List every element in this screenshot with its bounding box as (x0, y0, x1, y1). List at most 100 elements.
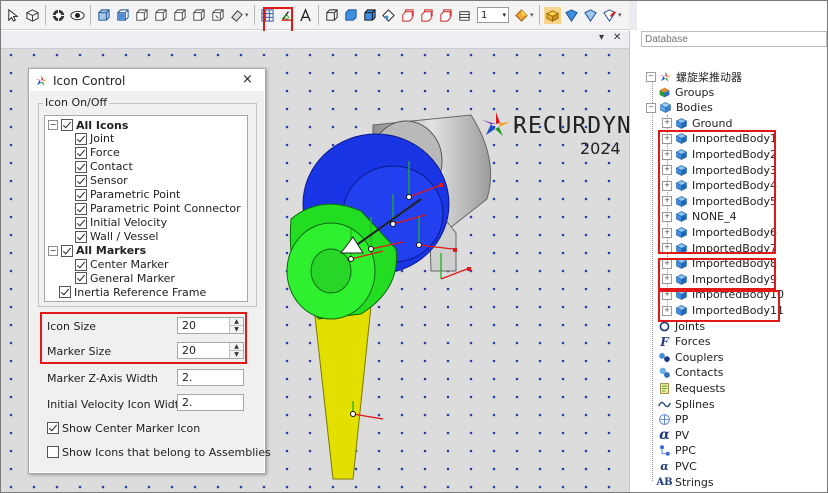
text-icon[interactable] (297, 7, 314, 24)
section-icon[interactable] (380, 7, 397, 24)
checkbox[interactable] (75, 258, 87, 271)
checkbox[interactable] (47, 446, 59, 458)
view-red3-icon[interactable] (437, 7, 454, 24)
icon-tree-item[interactable]: Contact (75, 160, 133, 174)
pin-button[interactable]: ▾ (599, 32, 604, 43)
icon-tree-item[interactable]: − All Icons (48, 118, 128, 132)
tree-item[interactable]: α PV (658, 427, 689, 444)
icon-tree-item[interactable]: − All Markers (48, 244, 146, 258)
icon-tree-item[interactable]: Inertia Reference Frame (59, 285, 206, 299)
layers-icon[interactable] (456, 7, 473, 24)
icon-tree-item[interactable]: Initial Velocity (75, 216, 167, 230)
checkbox[interactable] (75, 216, 87, 229)
view-red1-icon[interactable] (399, 7, 416, 24)
zoom-level-select[interactable]: 1 ▾ (477, 7, 509, 23)
groups-icon (658, 86, 671, 99)
checkbox[interactable] (59, 286, 71, 299)
icon-tree[interactable]: − All Icons Joint Force Contact Sensor Paramet… (44, 115, 248, 302)
rotate-icon[interactable] (50, 7, 67, 24)
checkbox[interactable] (75, 174, 87, 187)
tree-item[interactable]: Contacts (658, 365, 724, 380)
chevron-down-icon[interactable]: ▾ (618, 11, 624, 19)
icon-tree-item[interactable]: Center Marker (75, 258, 169, 272)
strings-icon: AB (656, 476, 673, 488)
expand-icon[interactable]: + (662, 118, 672, 129)
database-search-input[interactable] (641, 31, 827, 47)
close-document-button[interactable]: ✕ (613, 32, 621, 43)
checkbox[interactable] (61, 119, 73, 131)
initial-velocity-width-value: 2. (182, 396, 193, 409)
tree-item[interactable]: Requests (658, 381, 725, 396)
checkbox[interactable] (75, 160, 87, 173)
view-top-icon[interactable] (190, 7, 207, 24)
view-red2-icon[interactable] (418, 7, 435, 24)
tree-item[interactable]: AB Strings (656, 475, 713, 490)
icon-tree-item-label: Parametric Point (90, 188, 181, 202)
view-front-icon[interactable] (114, 7, 131, 24)
render-light-icon[interactable] (582, 7, 599, 24)
show-center-marker-label: Show Center Marker Icon (62, 421, 201, 435)
icon-tree-item[interactable]: Parametric Point Connector (75, 202, 241, 216)
tree-item[interactable]: − 螺旋桨推动器 (646, 69, 742, 84)
icon-tree-item[interactable]: Force (75, 146, 120, 160)
initial-velocity-width-input[interactable]: 2. (177, 394, 244, 411)
toolbar-separator (45, 5, 46, 25)
pv-icon: α (659, 427, 670, 444)
chevron-down-icon[interactable]: ▾ (245, 11, 251, 19)
checkbox[interactable] (47, 422, 59, 434)
view-back-icon[interactable] (133, 7, 150, 24)
show-assemblies-checkbox[interactable]: Show Icons that belong to Assemblies (47, 445, 271, 459)
checkbox[interactable] (75, 272, 87, 285)
eraser-icon[interactable] (228, 7, 245, 24)
tree-item[interactable]: − Bodies (646, 100, 713, 115)
view-bottom-icon[interactable] (209, 7, 226, 24)
render-blue-icon[interactable] (563, 7, 580, 24)
icon-tree-item[interactable]: Joint (75, 132, 114, 146)
icon-tree-item[interactable]: Sensor (75, 174, 128, 188)
collapse-icon[interactable]: − (646, 102, 656, 113)
view-right-icon[interactable] (171, 7, 188, 24)
close-icon[interactable]: × (242, 72, 253, 87)
tree-item[interactable]: PP (658, 412, 688, 427)
marker-z-width-input[interactable]: 2. (177, 369, 244, 386)
checkbox[interactable] (61, 244, 73, 257)
tree-item[interactable]: Splines (658, 397, 715, 412)
checkbox[interactable] (75, 188, 87, 201)
shaded-edges-icon[interactable] (361, 7, 378, 24)
tree-item[interactable]: Couplers (658, 350, 723, 365)
tree-item[interactable]: Groups (658, 85, 714, 100)
tree-item[interactable]: PPC (658, 443, 696, 458)
chevron-down-icon[interactable]: ▾ (530, 11, 536, 19)
eye-icon[interactable] (69, 7, 86, 24)
pvc-icon: α (660, 460, 669, 473)
highlight-box-bodies-1-7 (658, 130, 776, 254)
checkbox[interactable] (75, 146, 87, 159)
icon-tree-item-label: All Icons (76, 118, 129, 132)
checkbox[interactable] (75, 230, 87, 243)
render-red-icon[interactable] (601, 7, 618, 24)
tree-item[interactable]: F Forces (658, 334, 710, 349)
checkbox[interactable] (75, 202, 87, 215)
checkbox[interactable] (75, 132, 87, 145)
main-toolbar: ▾ 1 ▾ ▾ ▾ (1, 1, 629, 30)
icon-tree-item[interactable]: Parametric Point (75, 188, 180, 202)
select-icon[interactable] (5, 7, 22, 24)
collapse-icon[interactable]: − (646, 71, 656, 82)
collapse-icon[interactable]: − (48, 120, 58, 130)
highlight-box-bodies-8-9 (658, 258, 776, 290)
tree-item[interactable]: α PVC (658, 459, 697, 474)
show-center-marker-checkbox[interactable]: Show Center Marker Icon (47, 421, 200, 435)
icon-tree-item[interactable]: Wall / Vessel (75, 230, 158, 244)
shaded-icon[interactable] (342, 7, 359, 24)
tree-item-label: Splines (675, 397, 715, 411)
view-left-icon[interactable] (152, 7, 169, 24)
dialog-title: Icon Control (53, 74, 126, 88)
render-box-icon[interactable] (544, 6, 561, 24)
color-icon[interactable] (513, 7, 530, 24)
collapse-icon[interactable]: − (48, 245, 58, 256)
tree-item[interactable]: + Ground (662, 116, 732, 131)
wireframe-icon[interactable] (323, 7, 340, 24)
cube-view-icon[interactable] (24, 7, 41, 24)
icon-tree-item[interactable]: General Marker (75, 271, 175, 285)
view-iso-icon[interactable] (95, 7, 112, 24)
